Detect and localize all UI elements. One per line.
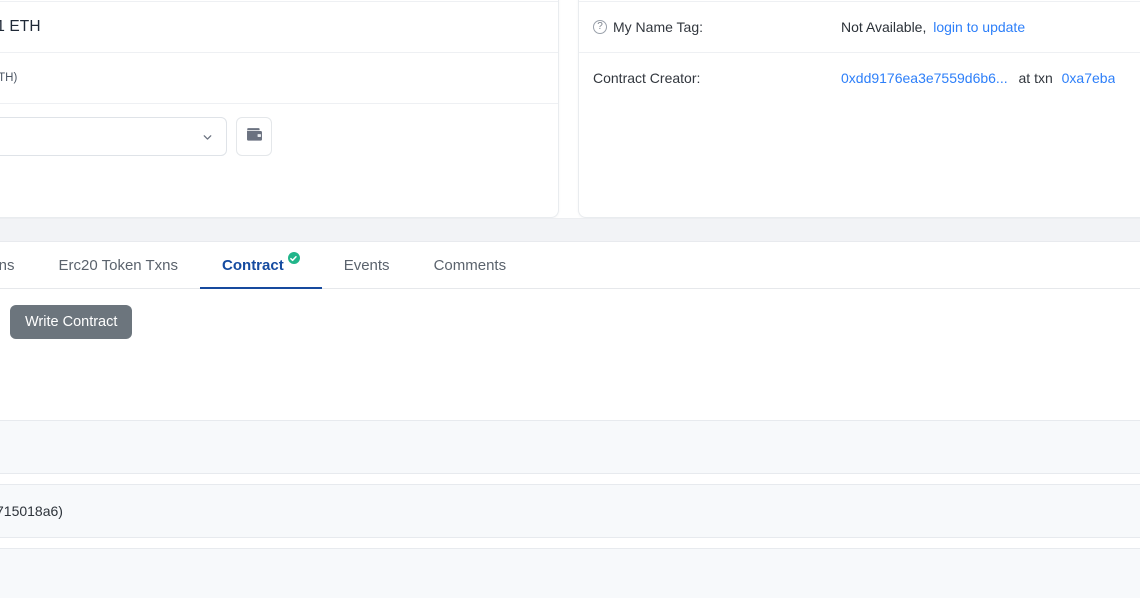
my-name-tag-status: Not Available, xyxy=(841,19,927,35)
eth-balance-row: 4,357.35216650793955671 ETH xyxy=(0,1,558,52)
eth-balance-value: 4,357.35216650793955671 ETH xyxy=(0,18,41,35)
tab-contract-label: Contract xyxy=(222,256,284,274)
contract-creator-row: Contract Creator: 0xdd9176ea3e7559d6b6..… xyxy=(579,52,1140,103)
wallet-icon-button[interactable] xyxy=(236,117,272,156)
tab-comments-label: Comments xyxy=(433,256,507,274)
question-mark-icon[interactable]: ? xyxy=(593,20,607,34)
contract-function-row[interactable]: ) xyxy=(0,548,1140,598)
contract-creator-label: Contract Creator: xyxy=(593,70,701,86)
contract-creator-value: 0xdd9176ea3e7559d6b6... at txn 0xa7eba xyxy=(841,70,1115,86)
tab-comments[interactable]: Comments xyxy=(412,242,529,288)
usd-value-row: $7,255,165.65 (@ $1,665.04/ETH) xyxy=(0,52,558,103)
contract-function-signature: ) xyxy=(0,439,1,455)
wallet-icon xyxy=(246,127,263,147)
my-name-tag-value: Not Available, login to update xyxy=(841,19,1025,35)
section-divider-band xyxy=(0,218,1140,242)
contract-function-signature: 715018a6) xyxy=(0,503,63,519)
contract-function-signature: ) xyxy=(0,567,1,583)
tab-erc20-token-txns-label: Erc20 Token Txns xyxy=(58,256,179,274)
contract-tab-bar: Txns Erc20 Token Txns Contract Events Co… xyxy=(0,242,1140,289)
token-holdings-dropdown[interactable]: $0.00 6 xyxy=(0,117,227,156)
creation-txn-hash-link[interactable]: 0xa7eba xyxy=(1062,70,1116,86)
tab-txns[interactable]: Txns xyxy=(0,242,37,288)
verified-check-icon xyxy=(287,252,300,264)
tab-txns-label: Txns xyxy=(0,256,15,274)
contract-creator-address-link[interactable]: 0xdd9176ea3e7559d6b6... xyxy=(841,70,1008,86)
at-txn-text: at txn xyxy=(1018,70,1053,86)
more-info-card: More Info ? My Name Tag: Not Available, … xyxy=(578,0,1140,218)
tab-erc20-token-txns[interactable]: Erc20 Token Txns xyxy=(37,242,201,288)
contract-function-row[interactable]: ) xyxy=(0,420,1140,474)
tab-contract[interactable]: Contract xyxy=(200,242,322,289)
tab-events[interactable]: Events xyxy=(322,242,412,288)
contract-function-row[interactable]: 715018a6) xyxy=(0,484,1140,538)
chevron-down-icon[interactable] xyxy=(201,130,214,143)
eth-price-rate: (@ $1,665.04/ETH) xyxy=(0,72,18,84)
function-row-gap xyxy=(0,538,1140,548)
write-contract-button[interactable]: Write Contract xyxy=(10,305,133,339)
contract-function-list: ) 715018a6) ) xyxy=(0,420,1140,598)
my-name-tag-label-text: My Name Tag: xyxy=(613,19,703,35)
login-to-update-link[interactable]: login to update xyxy=(933,19,1025,35)
tab-events-label: Events xyxy=(343,256,390,274)
my-name-tag-label: ? My Name Tag: xyxy=(593,19,841,35)
contract-action-bar: Write Contract xyxy=(0,289,1140,355)
function-row-gap xyxy=(0,474,1140,484)
token-holdings-row: $0.00 6 xyxy=(0,103,558,169)
balance-overview-card: Friend.tech: Shares 4,357.35216650793955… xyxy=(0,0,559,218)
my-name-tag-row: ? My Name Tag: Not Available, login to u… xyxy=(579,1,1140,52)
overview-cards-row: Friend.tech: Shares 4,357.35216650793955… xyxy=(0,0,1140,218)
etherscan-contract-page: Friend.tech: Shares 4,357.35216650793955… xyxy=(0,0,1140,598)
